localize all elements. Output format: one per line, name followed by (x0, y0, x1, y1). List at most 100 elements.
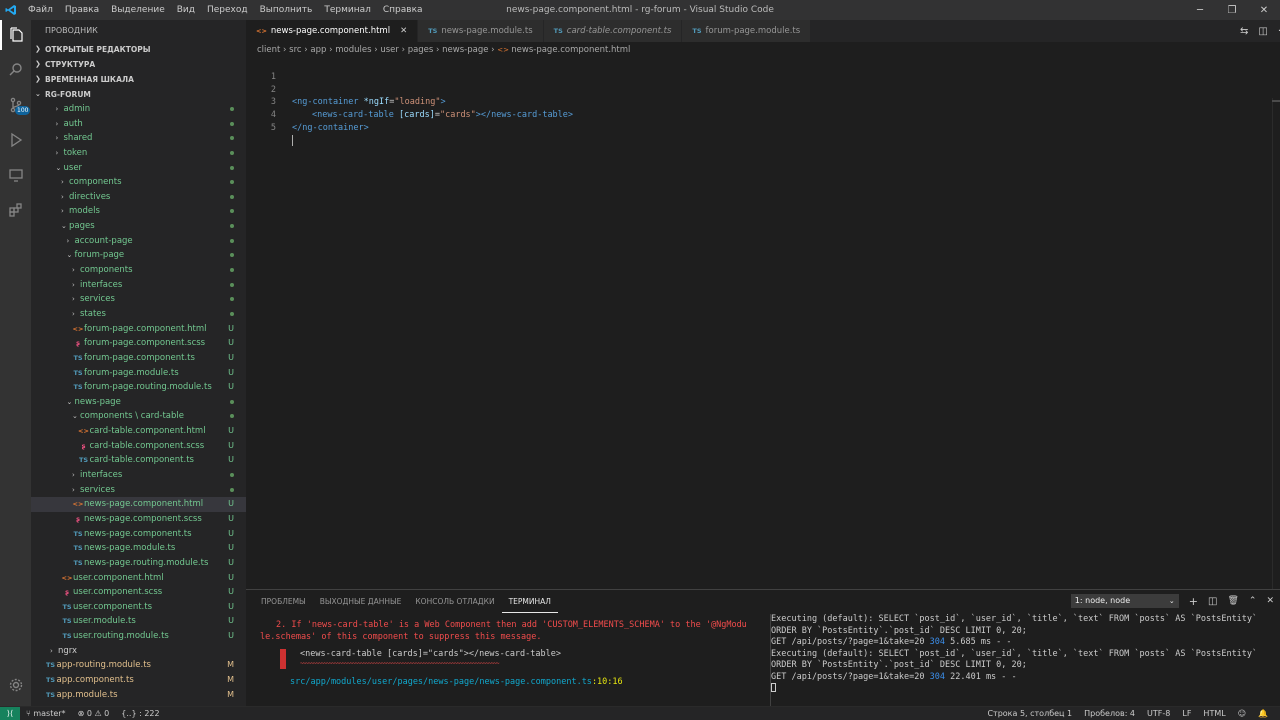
menu-view[interactable]: Вид (171, 0, 201, 20)
close-tab-icon[interactable]: ✕ (400, 20, 407, 42)
tree-folder[interactable]: › directives (31, 190, 246, 205)
compare-icon[interactable]: ⇆ (1240, 26, 1248, 37)
tree-file[interactable]: TSuser.component.ts U (31, 600, 246, 615)
tree-file[interactable]: ʂ user.component.scss U (31, 585, 246, 600)
breadcrumb-item[interactable]: client (257, 45, 280, 55)
terminal-error-output[interactable]: 2. If 'news-card-table' is a Web Compone… (260, 620, 750, 687)
error-location[interactable]: src/app/modules/user/pages/news-page/new… (260, 677, 750, 687)
breadcrumb-item[interactable]: news-page.component.html (511, 45, 630, 55)
run-debug-icon[interactable] (0, 125, 31, 155)
section-workspace[interactable]: ⌄ RG-FORUM (31, 87, 246, 102)
terminal-log-output[interactable]: Executing (default): SELECT `post_id`, `… (770, 614, 1270, 706)
terminal-select[interactable]: 1: node, node ⌄ (1070, 594, 1179, 608)
tree-folder[interactable]: › shared (31, 131, 246, 146)
menu-selection[interactable]: Выделение (105, 0, 171, 20)
tree-folder[interactable]: › states (31, 307, 246, 322)
problems-count[interactable]: ⊗ 0 ⚠ 0 (72, 707, 116, 720)
tree-file[interactable]: TSforum-page.component.ts U (31, 351, 246, 366)
tree-folder[interactable]: › account-page (31, 234, 246, 249)
tree-folder[interactable]: ⌄ user (31, 161, 246, 176)
tree-folder[interactable]: › components (31, 175, 246, 190)
search-icon[interactable] (0, 55, 31, 85)
menu-file[interactable]: Файл (22, 0, 59, 20)
split-editor-icon[interactable]: ◫ (1258, 26, 1267, 37)
close-icon[interactable]: ✕ (1248, 0, 1280, 20)
editor-tab[interactable]: <> news-page.component.html ✕ (246, 20, 419, 42)
tree-folder[interactable]: › models (31, 204, 246, 219)
breadcrumb-item[interactable]: news-page (442, 45, 488, 55)
tree-file[interactable]: TSnews-page.module.ts U (31, 541, 246, 556)
remote-icon[interactable]: ⟩⟨ (0, 706, 20, 720)
explorer-icon[interactable] (0, 20, 31, 50)
menu-terminal[interactable]: Терминал (318, 0, 377, 20)
menu-edit[interactable]: Правка (59, 0, 105, 20)
tree-file[interactable]: TScard-table.component.ts U (31, 453, 246, 468)
tree-file[interactable]: ʂ news-page.component.scss U (31, 512, 246, 527)
code-editor[interactable]: 1 2 <ng-container *ngIf="loading"> 3 <ne… (246, 58, 1280, 598)
tree-file[interactable]: TSuser.routing.module.ts U (31, 629, 246, 644)
tab-terminal[interactable]: ТЕРМИНАЛ (501, 592, 558, 613)
breadcrumb-item[interactable]: modules (335, 45, 371, 55)
restore-icon[interactable]: ❐ (1216, 0, 1248, 20)
breadcrumb-item[interactable]: app (310, 45, 326, 55)
new-terminal-icon[interactable]: + (1189, 595, 1198, 608)
notifications-icon[interactable]: 🔔 (1252, 707, 1274, 720)
vertical-scrollbar[interactable] (1272, 98, 1280, 598)
indentation[interactable]: Пробелов: 4 (1078, 707, 1141, 720)
tree-file[interactable]: TSapp.component.ts M (31, 673, 246, 688)
remote-explorer-icon[interactable] (0, 160, 31, 190)
tree-file[interactable]: <>card-table.component.html U (31, 424, 246, 439)
tree-folder[interactable]: ⌄ components \ card-table (31, 409, 246, 424)
split-terminal-icon[interactable]: ◫ (1208, 596, 1217, 607)
tree-folder[interactable]: › admin (31, 102, 246, 117)
editor-tab[interactable]: TS card-table.component.ts (543, 20, 683, 42)
menu-go[interactable]: Переход (201, 0, 254, 20)
extensions-icon[interactable] (0, 195, 31, 225)
breadcrumb-item[interactable]: src (289, 45, 301, 55)
tree-folder[interactable]: › services (31, 292, 246, 307)
tree-file[interactable]: TSforum-page.module.ts U (31, 366, 246, 381)
tree-file[interactable]: TSnews-page.routing.module.ts U (31, 556, 246, 571)
breadcrumb-item[interactable]: pages (408, 45, 434, 55)
tree-folder[interactable]: › token (31, 146, 246, 161)
tree-folder[interactable]: › ngrx (31, 644, 246, 659)
settings-gear-icon[interactable] (0, 670, 31, 700)
menu-run[interactable]: Выполнить (254, 0, 319, 20)
minimize-icon[interactable]: ─ (1184, 0, 1216, 20)
tab-debug-console[interactable]: КОНСОЛЬ ОТЛАДКИ (408, 590, 501, 614)
breadcrumb-item[interactable]: user (380, 45, 399, 55)
cursor-position[interactable]: Строка 5, столбец 1 (981, 707, 1078, 720)
maximize-panel-icon[interactable]: ⌃ (1249, 596, 1257, 606)
tree-file[interactable]: <>news-page.component.html U (31, 497, 246, 512)
tree-file[interactable]: TSuser.module.ts U (31, 614, 246, 629)
close-panel-icon[interactable]: ✕ (1266, 596, 1274, 606)
tree-file[interactable]: <>user.component.html U (31, 571, 246, 586)
trash-icon[interactable]: 🗑 (1227, 596, 1238, 606)
tree-folder[interactable]: › interfaces (31, 278, 246, 293)
tree-file[interactable]: <>forum-page.component.html U (31, 322, 246, 337)
end-of-line[interactable]: LF (1176, 707, 1197, 720)
tree-folder[interactable]: ⌄ forum-page (31, 248, 246, 263)
section-outline[interactable]: ❯ СТРУКТУРА (31, 57, 246, 72)
tree-file[interactable]: TSapp-routing.module.ts M (31, 658, 246, 673)
tree-folder[interactable]: ⌄ news-page (31, 395, 246, 410)
tree-file[interactable]: ʂ forum-page.component.scss U (31, 336, 246, 351)
source-control-icon[interactable]: 100 (0, 90, 31, 120)
tab-output[interactable]: ВЫХОДНЫЕ ДАННЫЕ (313, 590, 409, 614)
tree-folder[interactable]: › services (31, 483, 246, 498)
section-open-editors[interactable]: ❯ ОТКРЫТЫЕ РЕДАКТОРЫ (31, 42, 246, 57)
tree-folder[interactable]: › interfaces (31, 468, 246, 483)
tree-file[interactable]: TSnews-page.component.ts U (31, 527, 246, 542)
section-timeline[interactable]: ❯ ВРЕМЕННАЯ ШКАЛА (31, 72, 246, 87)
selection-info[interactable]: {..} : 222 (115, 707, 165, 720)
tab-problems[interactable]: ПРОБЛЕМЫ (254, 590, 313, 614)
editor-tab[interactable]: TS forum-page.module.ts (682, 20, 812, 42)
feedback-icon[interactable]: ☺ (1232, 707, 1252, 720)
git-branch[interactable]: ⑂ master* (20, 707, 72, 720)
encoding[interactable]: UTF-8 (1141, 707, 1176, 720)
tree-file[interactable]: TSforum-page.routing.module.ts U (31, 380, 246, 395)
tree-folder[interactable]: › auth (31, 117, 246, 132)
tree-file[interactable]: TSapp.module.ts M (31, 688, 246, 703)
tree-folder[interactable]: ⌄ pages (31, 219, 246, 234)
tree-folder[interactable]: › components (31, 263, 246, 278)
